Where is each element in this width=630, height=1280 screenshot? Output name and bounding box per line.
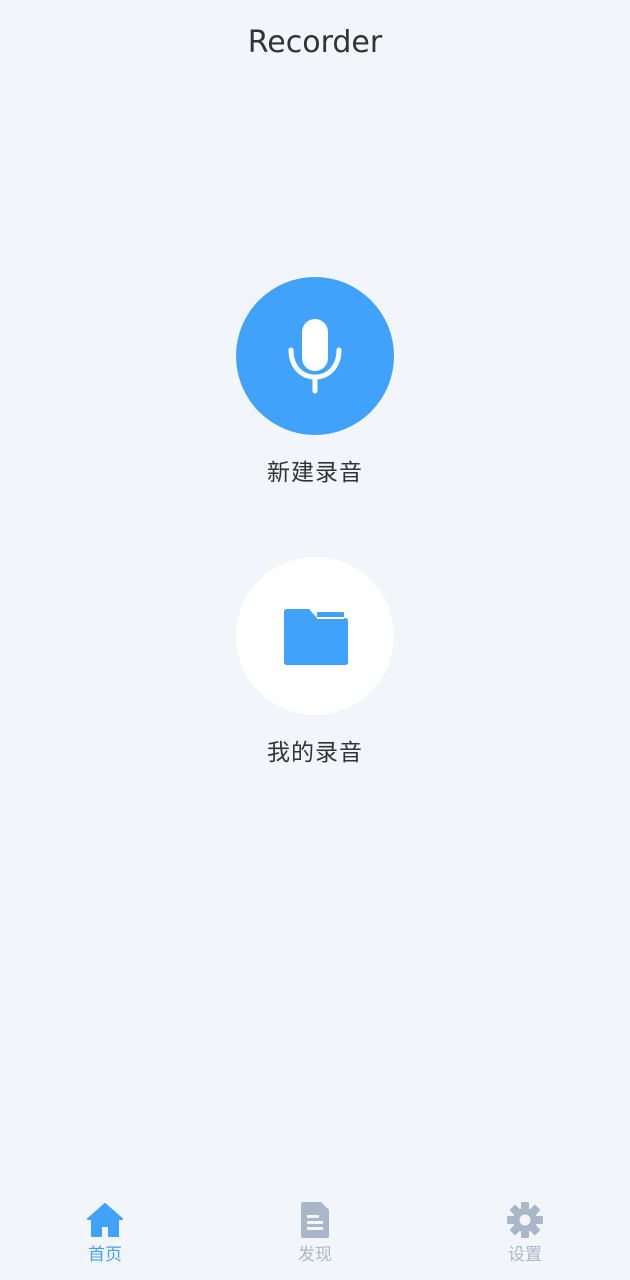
folder-icon xyxy=(284,609,348,665)
tab-home-label: 首页 xyxy=(88,1245,122,1265)
new-recording-button[interactable] xyxy=(236,277,394,435)
new-recording-label: 新建录音 xyxy=(267,460,363,486)
my-recordings-action: 我的录音 xyxy=(0,557,630,771)
home-icon xyxy=(87,1203,123,1237)
tab-home[interactable]: 首页 xyxy=(0,1188,210,1280)
new-recording-action: 新建录音 xyxy=(0,277,630,491)
page-title: Recorder xyxy=(247,25,383,60)
tab-discover-label: 发现 xyxy=(298,1245,332,1265)
gear-icon xyxy=(507,1202,543,1238)
my-recordings-label: 我的录音 xyxy=(267,740,363,766)
my-recordings-button[interactable] xyxy=(236,557,394,715)
tab-settings-label: 设置 xyxy=(508,1245,542,1265)
document-icon xyxy=(301,1202,329,1238)
tab-discover[interactable]: 发现 xyxy=(210,1188,420,1280)
tab-settings[interactable]: 设置 xyxy=(420,1188,630,1280)
bottom-tab-bar: 首页 发现 设置 xyxy=(0,1188,630,1280)
microphone-icon xyxy=(288,319,342,394)
